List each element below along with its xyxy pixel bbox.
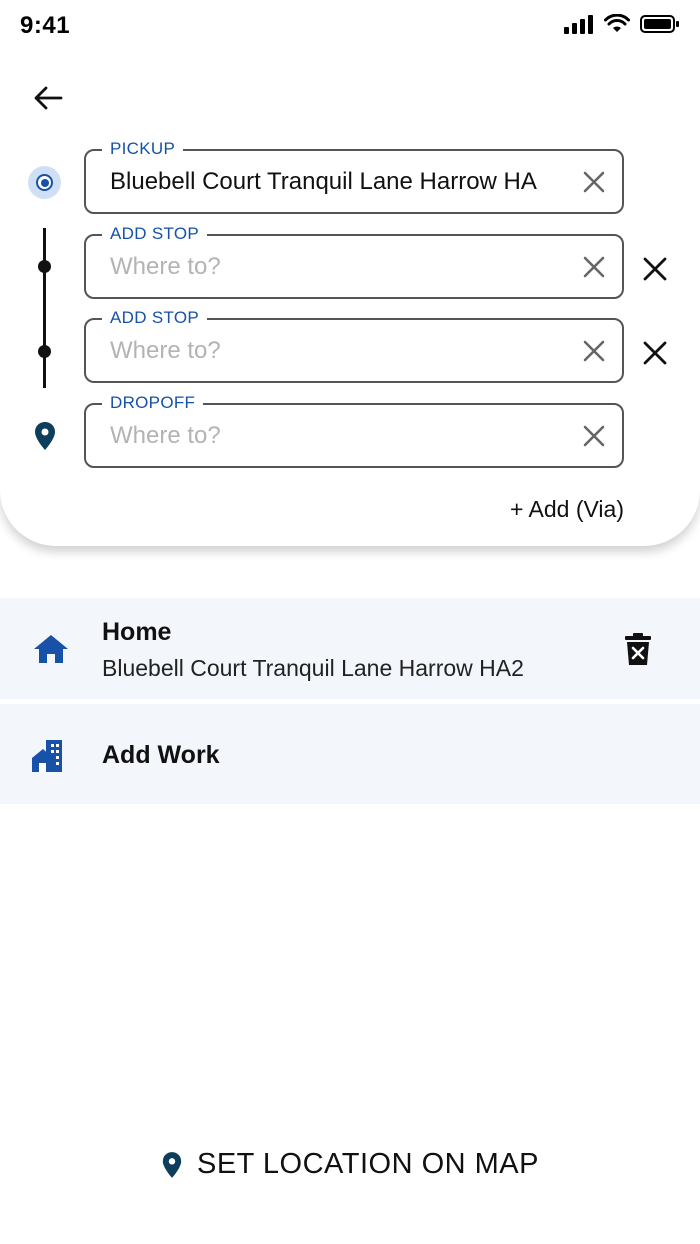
dropoff-pin-icon — [35, 422, 55, 450]
route-card: 9:41 PICKUP Bluebell Court Tranquil Lane… — [0, 0, 700, 546]
dropoff-field[interactable]: DROPOFF Where to? — [84, 393, 624, 468]
status-icons — [564, 14, 680, 34]
set-location-on-map-button[interactable]: SET LOCATION ON MAP — [0, 1148, 700, 1181]
add-via-button[interactable]: + Add (Via) — [510, 496, 624, 523]
arrow-left-icon — [34, 86, 63, 110]
stop-field-2[interactable]: ADD STOP Where to? — [84, 308, 624, 383]
pickup-value[interactable]: Bluebell Court Tranquil Lane Harrow HA — [110, 151, 578, 213]
pickup-indicator-icon — [28, 166, 61, 199]
clear-icon[interactable] — [580, 168, 608, 196]
remove-stop-icon[interactable] — [640, 254, 670, 284]
location-pin-icon — [162, 1151, 182, 1178]
remove-stop-icon[interactable] — [640, 338, 670, 368]
clear-icon[interactable] — [580, 253, 608, 281]
trash-icon[interactable] — [624, 632, 652, 666]
home-icon — [34, 635, 68, 663]
saved-place-work[interactable]: Add Work — [0, 704, 700, 804]
wifi-icon — [604, 14, 630, 32]
saved-place-title: Add Work — [102, 741, 220, 769]
battery-icon — [640, 15, 679, 33]
stop-dot-icon — [38, 260, 51, 273]
saved-place-home[interactable]: Home Bluebell Court Tranquil Lane Harrow… — [0, 598, 700, 699]
stop-field-1[interactable]: ADD STOP Where to? — [84, 224, 624, 299]
set-location-label: SET LOCATION ON MAP — [197, 1148, 539, 1180]
status-bar: 9:41 — [0, 0, 700, 54]
route-line — [43, 228, 46, 388]
stop-input[interactable]: Where to? — [110, 320, 578, 382]
pickup-field[interactable]: PICKUP Bluebell Court Tranquil Lane Harr… — [84, 139, 624, 214]
back-button[interactable] — [28, 80, 68, 116]
clear-icon[interactable] — [580, 422, 608, 450]
clear-icon[interactable] — [580, 337, 608, 365]
saved-place-title: Home — [102, 618, 172, 646]
status-time: 9:41 — [20, 12, 71, 39]
stop-input[interactable]: Where to? — [110, 236, 578, 298]
dropoff-input[interactable]: Where to? — [110, 405, 578, 467]
saved-place-address: Bluebell Court Tranquil Lane Harrow HA2 — [102, 655, 524, 681]
signal-icon — [564, 15, 593, 34]
stop-dot-icon — [38, 345, 51, 358]
building-icon — [32, 740, 62, 772]
